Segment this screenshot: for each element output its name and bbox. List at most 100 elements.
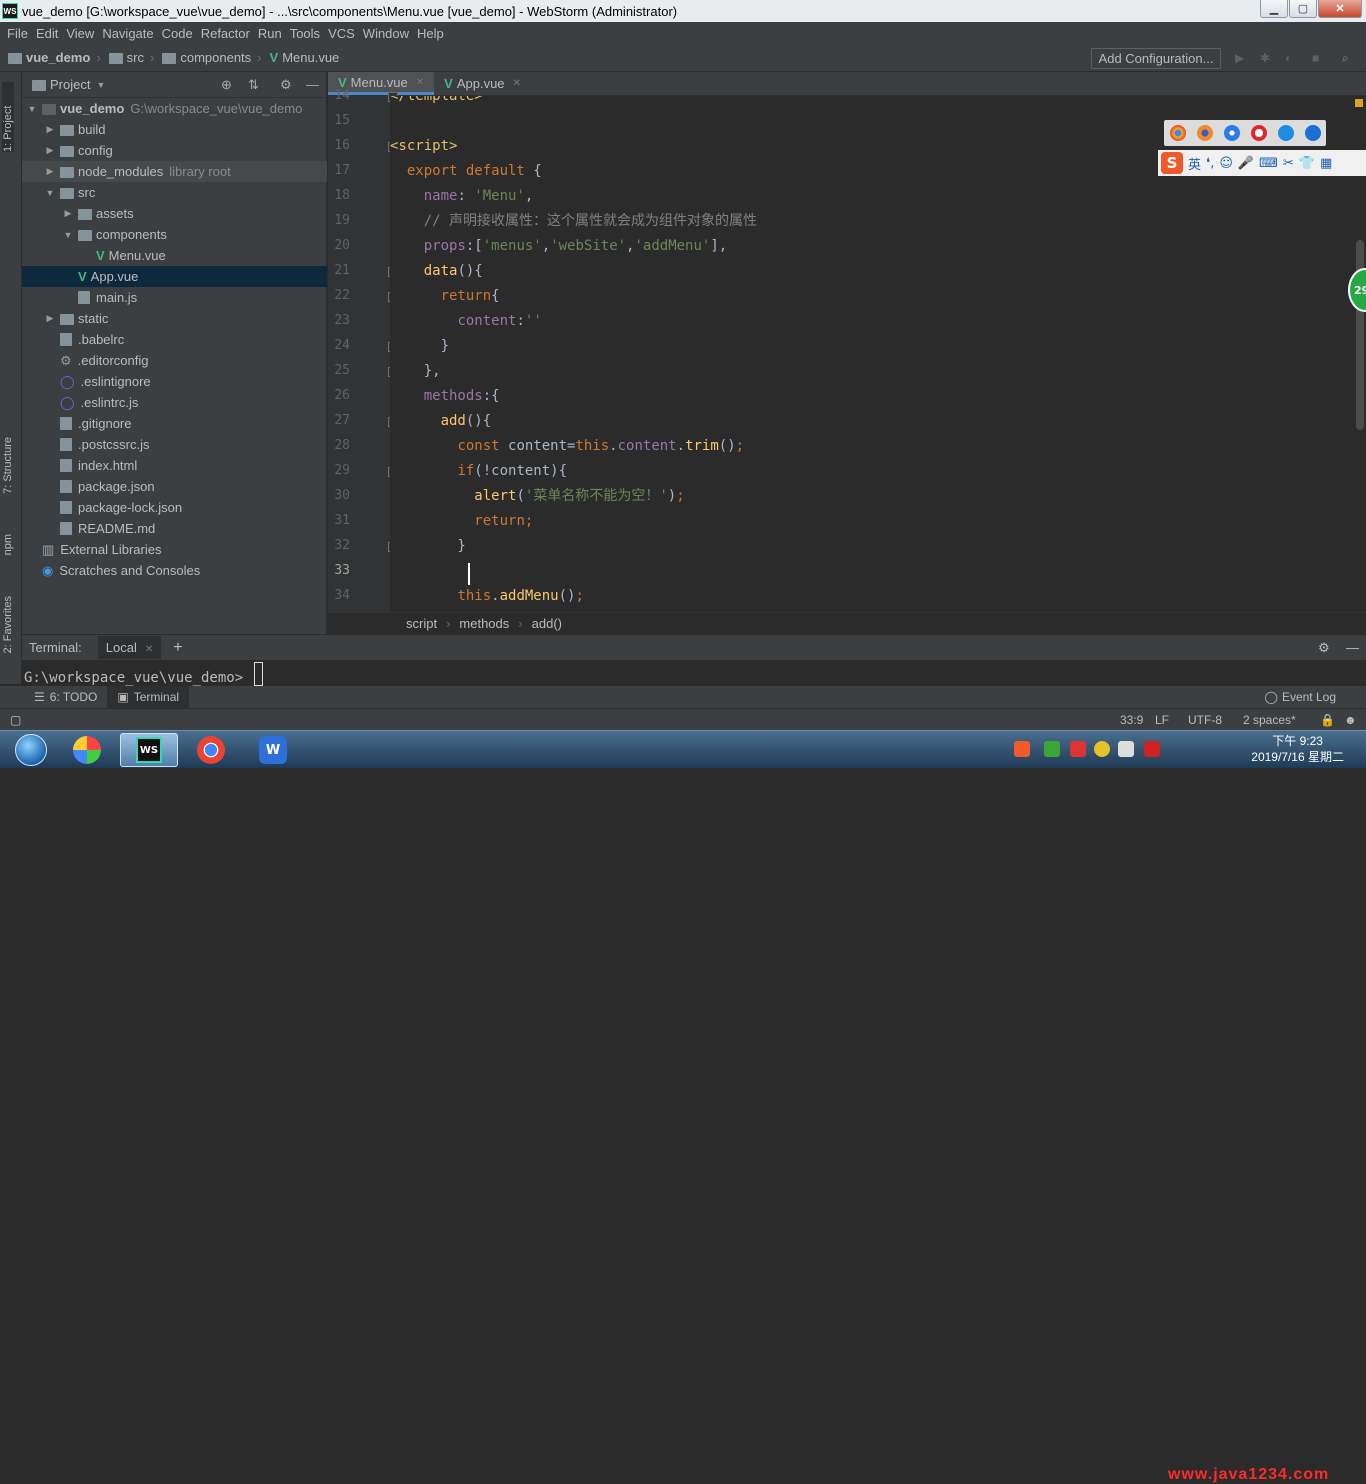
chevron-down-icon[interactable]: ▼ xyxy=(96,80,105,90)
tree-item[interactable]: ▼ components xyxy=(22,224,327,245)
warning-marker-icon[interactable] xyxy=(1355,99,1363,107)
debug-icon[interactable]: ✱ xyxy=(1260,52,1272,64)
system-clock[interactable]: 下午 9:23 2019/7/16 星期二 xyxy=(1251,733,1344,765)
project-view-dropdown[interactable]: Project xyxy=(50,77,90,92)
breadcrumb-add[interactable]: add() xyxy=(532,616,562,631)
tree-item[interactable]: ▶ node_modules library root xyxy=(22,161,327,182)
collapsed-arrow-icon[interactable]: ▶ xyxy=(44,145,56,156)
menu-help[interactable]: Help xyxy=(414,26,449,41)
hide-panel-icon[interactable]: — xyxy=(1346,640,1359,655)
sogou-tray-icon[interactable] xyxy=(1014,741,1030,757)
menu-code[interactable]: Code xyxy=(159,26,198,41)
tree-item[interactable]: ◯ .eslintrc.js xyxy=(22,392,327,413)
close-tab-icon[interactable]: ✕ xyxy=(416,77,424,88)
security-tray-icon[interactable] xyxy=(1070,741,1086,757)
taskbar-app-icon[interactable] xyxy=(58,733,116,767)
menu-vcs[interactable]: VCS xyxy=(325,26,360,41)
edge-icon[interactable] xyxy=(1304,125,1321,141)
safari-icon[interactable] xyxy=(1223,125,1240,141)
emoji-icon[interactable]: ☺ xyxy=(1219,156,1233,171)
menu-edit[interactable]: Edit xyxy=(33,26,63,41)
editor-gutter[interactable]: 14−1516−1718192021−22−2324−25−2627−2829−… xyxy=(328,88,398,612)
tree-item[interactable]: index.html xyxy=(22,455,327,476)
close-window-button[interactable]: ✕ xyxy=(1318,0,1362,18)
menu-refactor[interactable]: Refactor xyxy=(198,26,255,41)
tree-item[interactable]: ◉ Scratches and Consoles xyxy=(22,560,327,581)
structure-tool-tab[interactable]: 7: Structure xyxy=(2,437,14,494)
file-encoding[interactable]: UTF-8 xyxy=(1188,713,1222,727)
tools-icon[interactable]: ✂ xyxy=(1283,156,1294,171)
menu-file[interactable]: File xyxy=(4,26,33,41)
collapse-all-icon[interactable]: ⇅ xyxy=(248,77,259,93)
menu-view[interactable]: View xyxy=(63,26,99,41)
project-tool-tab[interactable]: 1: Project xyxy=(2,82,14,152)
taskbar-chrome[interactable] xyxy=(182,733,240,767)
expanded-arrow-icon[interactable]: ▼ xyxy=(26,104,38,114)
expanded-arrow-icon[interactable]: ▼ xyxy=(62,230,74,240)
npm-tool-tab[interactable]: npm xyxy=(2,534,14,555)
terminal-tool-tab[interactable]: ▣ Terminal xyxy=(107,686,190,708)
favorites-tool-tab[interactable]: 2: Favorites xyxy=(2,596,14,653)
tree-item[interactable]: ▶ config xyxy=(22,140,327,161)
taskbar-webstorm[interactable]: WS xyxy=(120,733,178,767)
event-log-tab[interactable]: ◯ Event Log xyxy=(1255,686,1346,708)
collapsed-arrow-icon[interactable]: ▶ xyxy=(44,124,56,135)
taskbar-wps[interactable]: W xyxy=(244,733,302,767)
menu-run[interactable]: Run xyxy=(255,26,287,41)
todo-tool-tab[interactable]: ☰ 6: TODO xyxy=(24,686,107,708)
add-configuration-button[interactable]: Add Configuration... xyxy=(1091,48,1221,69)
locate-icon[interactable]: ⊕ xyxy=(221,77,232,93)
gear-icon[interactable]: ⚙ xyxy=(280,77,292,93)
hide-panel-icon[interactable]: — xyxy=(306,77,319,92)
minimize-button[interactable]: ▁ xyxy=(1260,0,1288,18)
skin-icon[interactable]: 👕 xyxy=(1299,156,1315,171)
tree-item[interactable]: ▥ External Libraries xyxy=(22,539,327,560)
opera-icon[interactable] xyxy=(1250,125,1267,141)
toggle-tool-windows-icon[interactable]: ▢ xyxy=(10,713,21,727)
close-tab-icon[interactable]: ✕ xyxy=(513,78,521,89)
collapsed-arrow-icon[interactable]: ▶ xyxy=(62,208,74,219)
microphone-icon[interactable]: 🎤 xyxy=(1238,156,1254,171)
expanded-arrow-icon[interactable]: ▼ xyxy=(44,188,56,198)
nav-crumb-project[interactable]: vue_demo › xyxy=(8,50,101,65)
close-tab-icon[interactable]: ✕ xyxy=(145,644,153,655)
menu-window[interactable]: Window xyxy=(360,26,414,41)
tree-item[interactable]: V App.vue xyxy=(22,266,327,287)
tree-item[interactable]: ⚙ .editorconfig xyxy=(22,350,327,371)
stop-icon[interactable]: ■ xyxy=(1312,52,1324,64)
breadcrumb-methods[interactable]: methods xyxy=(459,616,509,631)
new-terminal-button[interactable]: + xyxy=(173,639,182,657)
terminal-output[interactable]: G:\workspace_vue\vue_demo> xyxy=(22,660,1366,686)
tree-item[interactable]: main.js xyxy=(22,287,327,308)
indent-setting[interactable]: 2 spaces* xyxy=(1243,713,1296,727)
menu-tools[interactable]: Tools xyxy=(287,26,325,41)
terminal-tab-local[interactable]: Local ✕ xyxy=(97,636,162,659)
search-everywhere-icon[interactable]: ⌕ xyxy=(1342,52,1354,64)
tree-item[interactable]: ▼ vue_demo G:\workspace_vue\vue_demo xyxy=(22,98,327,119)
tree-item[interactable]: README.md xyxy=(22,518,327,539)
tree-item[interactable]: .gitignore xyxy=(22,413,327,434)
coverage-icon[interactable]: ◐ xyxy=(1285,52,1297,64)
ime-language-toggle[interactable]: 英 xyxy=(1188,154,1201,173)
lock-icon[interactable]: 🔒 xyxy=(1320,713,1335,727)
inspector-icon[interactable]: ☻ xyxy=(1344,713,1357,727)
line-separator[interactable]: LF xyxy=(1155,713,1169,727)
tree-item[interactable]: package-lock.json xyxy=(22,497,327,518)
keyboard-icon[interactable]: ⌨ xyxy=(1259,156,1278,171)
gear-icon[interactable]: ⚙ xyxy=(1318,640,1330,656)
breadcrumb-script[interactable]: script xyxy=(406,616,437,631)
flag-tray-icon[interactable] xyxy=(1144,741,1160,757)
network-tray-icon[interactable] xyxy=(1118,741,1134,757)
nav-crumb-src[interactable]: src › xyxy=(108,50,154,65)
collapsed-arrow-icon[interactable]: ▶ xyxy=(44,313,56,324)
ie-icon[interactable] xyxy=(1277,125,1294,141)
run-icon[interactable]: ▶ xyxy=(1235,52,1247,64)
tree-item[interactable]: ▶ build xyxy=(22,119,327,140)
caret-position[interactable]: 33:9 xyxy=(1120,713,1143,727)
shield-icon[interactable] xyxy=(1044,741,1060,757)
start-button[interactable] xyxy=(2,733,60,767)
chrome-icon[interactable] xyxy=(1169,125,1186,141)
tab-app-vue[interactable]: V App.vue ✕ xyxy=(434,72,531,95)
sogou-logo[interactable]: S xyxy=(1161,152,1183,174)
tree-item[interactable]: V Menu.vue xyxy=(22,245,327,266)
